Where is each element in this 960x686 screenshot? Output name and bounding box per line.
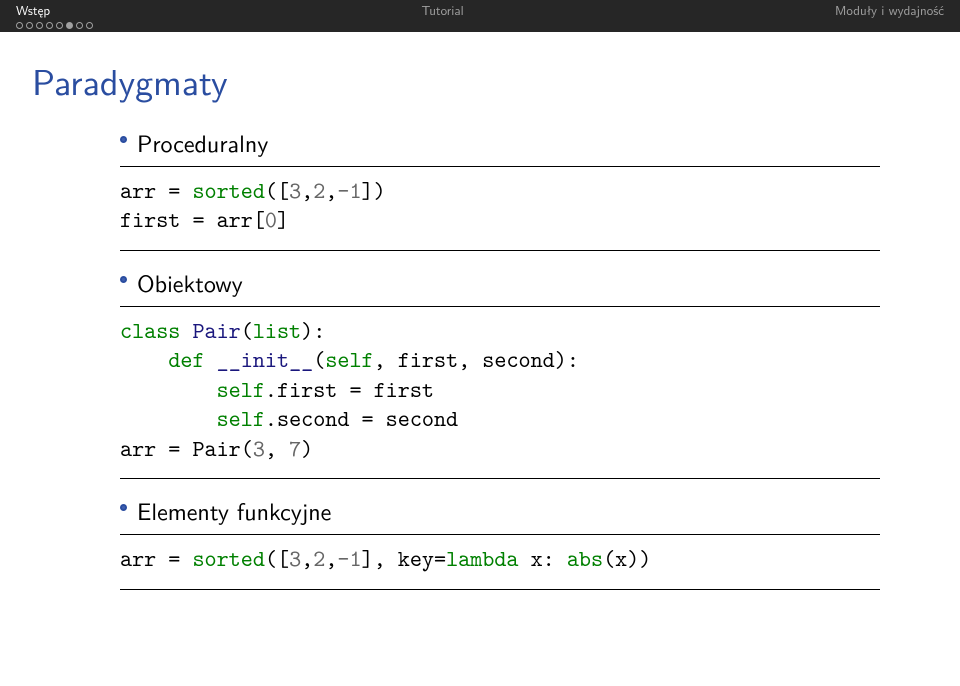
progress-dot[interactable] xyxy=(16,22,23,29)
bullet-icon xyxy=(120,504,127,511)
code-block-object: class Pair(list): def __init__(self, fir… xyxy=(120,317,880,464)
code-rule xyxy=(120,534,880,535)
slide-progress-dots xyxy=(0,20,960,32)
bullet-label: Obiektowy xyxy=(137,265,243,300)
code-block-procedural: arr = sorted([3,2,-1]) first = arr[0] xyxy=(120,177,880,236)
code-rule xyxy=(120,478,880,479)
slide-title: Paradygmaty xyxy=(32,54,960,107)
nav-section-wstep[interactable]: Wstęp xyxy=(16,1,50,20)
code-rule xyxy=(120,166,880,167)
code-rule xyxy=(120,589,880,590)
code-rule xyxy=(120,250,880,251)
code-rule xyxy=(120,306,880,307)
bullet-label: Proceduralny xyxy=(137,125,268,160)
progress-dot[interactable] xyxy=(86,22,93,29)
bullet-label: Elementy funkcyjne xyxy=(137,493,331,528)
bullet-icon xyxy=(120,276,127,283)
nav-section-moduly[interactable]: Moduły i wydajność xyxy=(835,1,944,20)
progress-dot-current[interactable] xyxy=(66,22,73,29)
progress-dot[interactable] xyxy=(76,22,83,29)
progress-dot[interactable] xyxy=(26,22,33,29)
slide-nav-bar: Wstęp Tutorial Moduły i wydajność xyxy=(0,0,960,20)
bullet-icon xyxy=(120,136,127,143)
slide-body: Proceduralny arr = sorted([3,2,-1]) firs… xyxy=(120,125,880,590)
progress-dot[interactable] xyxy=(56,22,63,29)
nav-section-tutorial[interactable]: Tutorial xyxy=(50,1,835,20)
progress-dot[interactable] xyxy=(36,22,43,29)
bullet-funkcyjne: Elementy funkcyjne xyxy=(120,493,880,528)
progress-dot[interactable] xyxy=(46,22,53,29)
bullet-obiektowy: Obiektowy xyxy=(120,265,880,300)
code-block-functional: arr = sorted([3,2,-1], key=lambda x: abs… xyxy=(120,545,880,574)
bullet-proceduralny: Proceduralny xyxy=(120,125,880,160)
